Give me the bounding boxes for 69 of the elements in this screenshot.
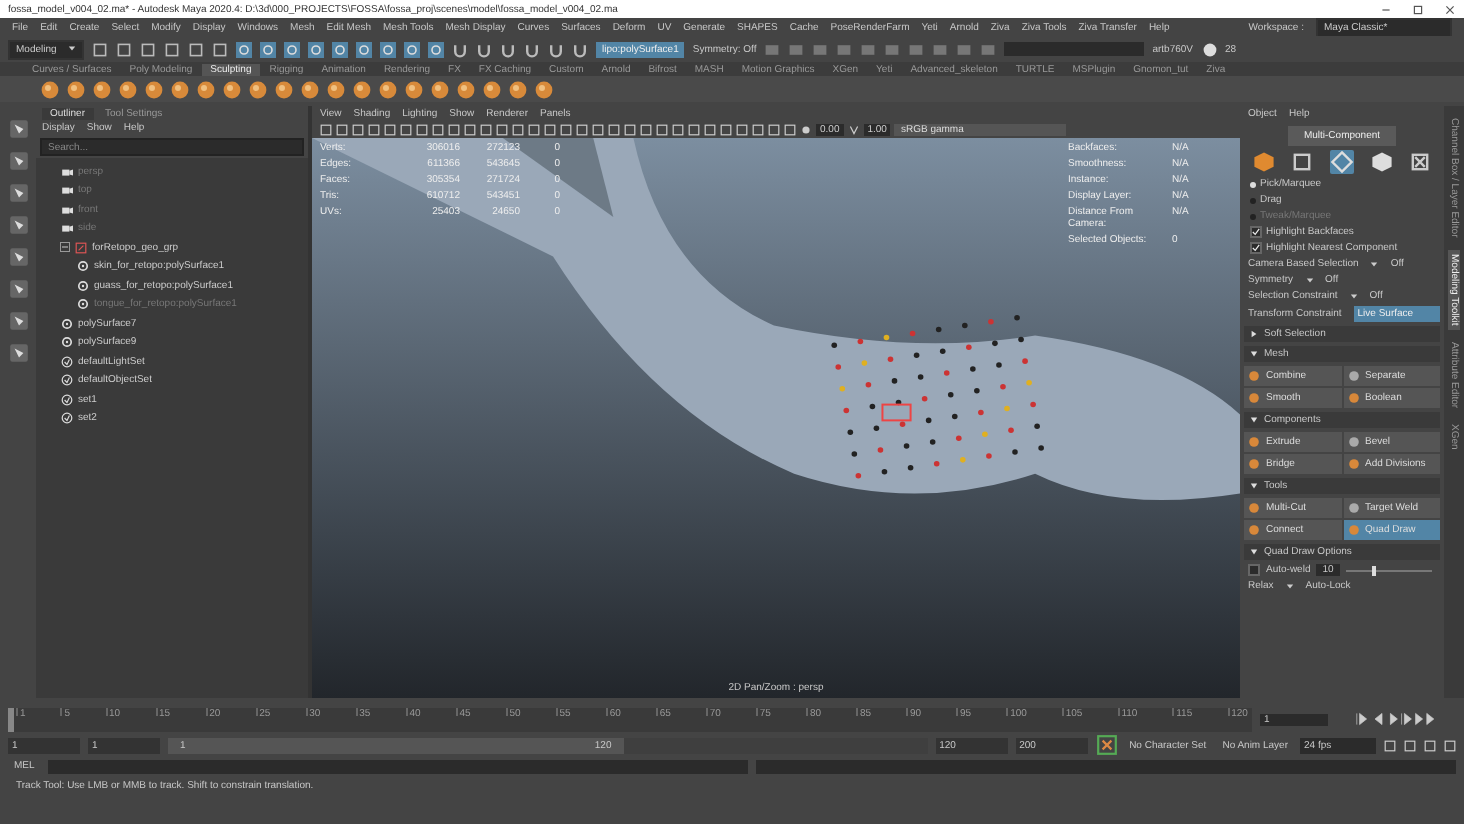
component-mode-icon[interactable] bbox=[1329, 150, 1354, 174]
sculpt-brush-icon[interactable] bbox=[404, 79, 424, 99]
sculpt-brush-icon[interactable] bbox=[248, 79, 268, 99]
sculpt-brush-icon[interactable] bbox=[430, 79, 450, 99]
component-mode-icon[interactable] bbox=[1251, 150, 1276, 174]
sculpt-brush-icon[interactable] bbox=[144, 79, 164, 99]
camera-icon bbox=[60, 222, 74, 235]
sculpt-brush-icon[interactable] bbox=[222, 79, 242, 99]
sculpt-brush-icon[interactable] bbox=[482, 79, 502, 99]
sculpt-brush-icon[interactable] bbox=[118, 79, 138, 99]
select-arrow-icon[interactable] bbox=[7, 118, 29, 140]
checkbox[interactable] bbox=[1248, 564, 1260, 576]
maximize-icon[interactable] bbox=[1412, 3, 1424, 15]
snap-icon[interactable] bbox=[308, 41, 324, 57]
collapse-icon[interactable] bbox=[1250, 416, 1258, 424]
collapse-icon[interactable] bbox=[60, 242, 70, 253]
close-icon[interactable] bbox=[1444, 3, 1456, 15]
caret-icon[interactable] bbox=[1370, 260, 1379, 268]
snap-icon[interactable] bbox=[236, 41, 252, 57]
sculpt-brush-icon[interactable] bbox=[196, 79, 216, 99]
sculpt-brush-icon[interactable] bbox=[534, 79, 554, 99]
sculpt-brush-icon[interactable] bbox=[508, 79, 528, 99]
component-mode-icon[interactable] bbox=[1369, 150, 1394, 174]
camera-icon bbox=[60, 165, 74, 178]
caret-icon bbox=[68, 43, 76, 51]
sculpt-brush-icon[interactable] bbox=[40, 79, 60, 99]
key-icon[interactable] bbox=[1095, 734, 1118, 756]
sculpt-brush-icon[interactable] bbox=[456, 79, 476, 99]
component-mode-icon[interactable] bbox=[1290, 150, 1315, 174]
minimize-icon[interactable] bbox=[1380, 3, 1392, 15]
input-field[interactable] bbox=[1004, 42, 1145, 56]
expand-icon[interactable] bbox=[1250, 330, 1258, 338]
gamma-icon bbox=[847, 123, 860, 135]
radio-button[interactable] bbox=[1250, 181, 1256, 187]
snap-icon[interactable] bbox=[428, 41, 444, 57]
slider-thumb[interactable] bbox=[1371, 565, 1376, 575]
command-field[interactable] bbox=[48, 759, 749, 773]
checkbox[interactable] bbox=[1250, 242, 1262, 254]
set-icon bbox=[60, 412, 74, 425]
caret-icon[interactable] bbox=[1305, 276, 1313, 284]
sculpt-brush-icon[interactable] bbox=[326, 79, 346, 99]
camera-icon bbox=[60, 203, 74, 216]
snap-icon[interactable] bbox=[404, 41, 420, 57]
collapse-icon[interactable] bbox=[1250, 548, 1258, 556]
set-icon bbox=[60, 393, 74, 406]
sculpt-brush-icon[interactable] bbox=[300, 79, 320, 99]
sculpt-brush-icon[interactable] bbox=[352, 79, 372, 99]
sculpt-brush-icon[interactable] bbox=[92, 79, 112, 99]
caret-icon[interactable] bbox=[1349, 292, 1358, 300]
collapse-icon[interactable] bbox=[1250, 350, 1258, 358]
snap-icon[interactable] bbox=[332, 41, 348, 57]
checkbox[interactable] bbox=[1250, 226, 1262, 238]
caret-icon[interactable] bbox=[1285, 582, 1294, 590]
playhead[interactable] bbox=[8, 707, 14, 731]
snap-icon[interactable] bbox=[260, 41, 276, 57]
snap-icon[interactable] bbox=[380, 41, 396, 57]
collapse-icon[interactable] bbox=[1250, 482, 1258, 490]
sculpt-brush-icon[interactable] bbox=[170, 79, 190, 99]
sculpt-brush-icon[interactable] bbox=[66, 79, 86, 99]
sculpt-brush-icon[interactable] bbox=[274, 79, 294, 99]
set-icon bbox=[60, 374, 74, 387]
snap-icon[interactable] bbox=[356, 41, 372, 57]
snap-icon[interactable] bbox=[284, 41, 300, 57]
camera-icon bbox=[60, 184, 74, 197]
radio-button[interactable] bbox=[1250, 197, 1256, 203]
group-icon bbox=[74, 241, 88, 254]
sculpt-brush-icon[interactable] bbox=[378, 79, 398, 99]
set-icon bbox=[60, 355, 74, 368]
component-mode-icon[interactable] bbox=[1408, 150, 1433, 174]
